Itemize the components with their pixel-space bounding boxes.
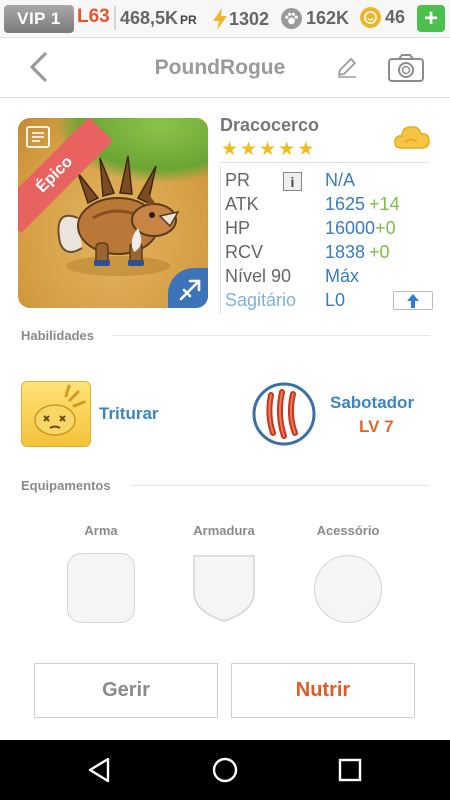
stat-row-hp: HP 16000+0 [225,218,431,242]
stat-bonus: +0 [369,242,390,262]
slot-label-weapon: Arma [84,523,118,538]
nav-back-icon[interactable] [86,756,114,784]
stat-label: HP [225,218,251,238]
coin-stat: 46 [360,7,405,28]
feed-button[interactable]: Nutrir [231,663,415,718]
star-icon: ★ [278,139,296,160]
stone-face-icon [34,384,86,436]
stat-label: Sagitário [225,290,297,310]
coin-value: 46 [385,7,406,27]
card-list-icon[interactable] [26,126,50,148]
coin-icon [360,7,381,28]
slot-label-armor: Armadura [193,523,255,538]
star-rating: ★ ★ ★ ★ ★ [221,139,315,160]
stats-panel: PR i N/A ATK 1625 +14 HP 16000+0 RCV 1838… [220,166,433,314]
equipment-heading: Equipamentos [21,478,111,493]
nav-recents-icon[interactable] [336,756,364,784]
stat-value: 1625 +14 [325,194,400,215]
stat-label: PR [225,170,251,190]
system-nav-bar [0,740,450,800]
skill-name[interactable]: Sabotador [330,393,414,413]
energy-value: 1302 [229,8,270,29]
claw-marks-icon[interactable] [251,381,317,447]
cloud-element-icon [394,126,430,149]
stat-bonus: +14 [369,194,400,214]
stat-value: 1838 +0 [325,242,390,263]
vip-badge[interactable]: VIP 1 [4,5,74,33]
info-icon[interactable]: i [283,172,302,191]
nav-home-icon[interactable] [211,756,239,784]
weapon-slot[interactable] [67,553,135,623]
manage-button[interactable]: Gerir [34,663,218,718]
sagittarius-icon [179,279,201,301]
stat-label: Nível 90 [225,266,292,286]
accessory-slot[interactable] [314,555,382,623]
stat-label: RCV [225,242,264,262]
pet-portrait[interactable]: Épico [18,118,208,308]
divider [130,485,430,486]
stat-number: 1625 [325,194,366,214]
stat-value: L0 [325,290,346,310]
armor-slot[interactable] [190,553,258,623]
app-header: PoundRogue [0,38,450,98]
paw-icon [281,8,302,29]
stat-bonus: +0 [375,218,396,238]
stat-value: N/A [325,170,356,190]
energy-stat: 1302 [212,8,269,30]
pet-name: Dracocerco [220,115,320,135]
status-bar: VIP 1 L63 468,5K PR 1302 162K 46 + [0,0,450,38]
skill-name[interactable]: Triturar [99,404,159,424]
lightning-icon [213,8,227,30]
player-level: L63 [77,6,110,27]
stat-value: Máx [325,266,360,286]
stat-row-level: Nível 90 Máx [225,266,431,290]
skill-level: LV 7 [359,417,394,436]
camera-icon[interactable] [387,53,425,83]
stat-row-element: Sagitário L0 [225,290,433,314]
star-icon: ★ [221,139,239,160]
stat-value: 16000+0 [325,218,396,239]
stat-number: 16000 [325,218,376,238]
abilities-heading: Habilidades [21,328,94,343]
paw-stat: 162K [281,8,349,29]
divider [114,6,116,30]
power-stat: 468,5K PR [120,8,197,29]
pencil-icon[interactable] [335,55,359,79]
upgrade-button[interactable] [393,291,433,310]
divider [112,335,430,336]
arrow-up-icon [407,293,419,308]
power-unit: PR [180,13,197,27]
stat-row-rcv: RCV 1838 +0 [225,242,431,266]
divider [220,162,430,163]
paw-value: 162K [306,8,350,28]
page-title: PoundRogue [154,56,286,79]
stat-number: 1838 [325,242,366,262]
stat-label: ATK [225,194,259,214]
star-icon: ★ [240,139,258,160]
stat-row-pr: PR i N/A [225,170,431,194]
power-value: 468,5K [120,8,179,28]
star-icon: ★ [297,139,315,160]
star-icon: ★ [259,139,277,160]
slot-label-accessory: Acessório [316,523,380,538]
add-currency-button[interactable]: + [417,5,445,32]
stat-row-atk: ATK 1625 +14 [225,194,431,218]
skill-crush-icon[interactable] [21,381,91,447]
